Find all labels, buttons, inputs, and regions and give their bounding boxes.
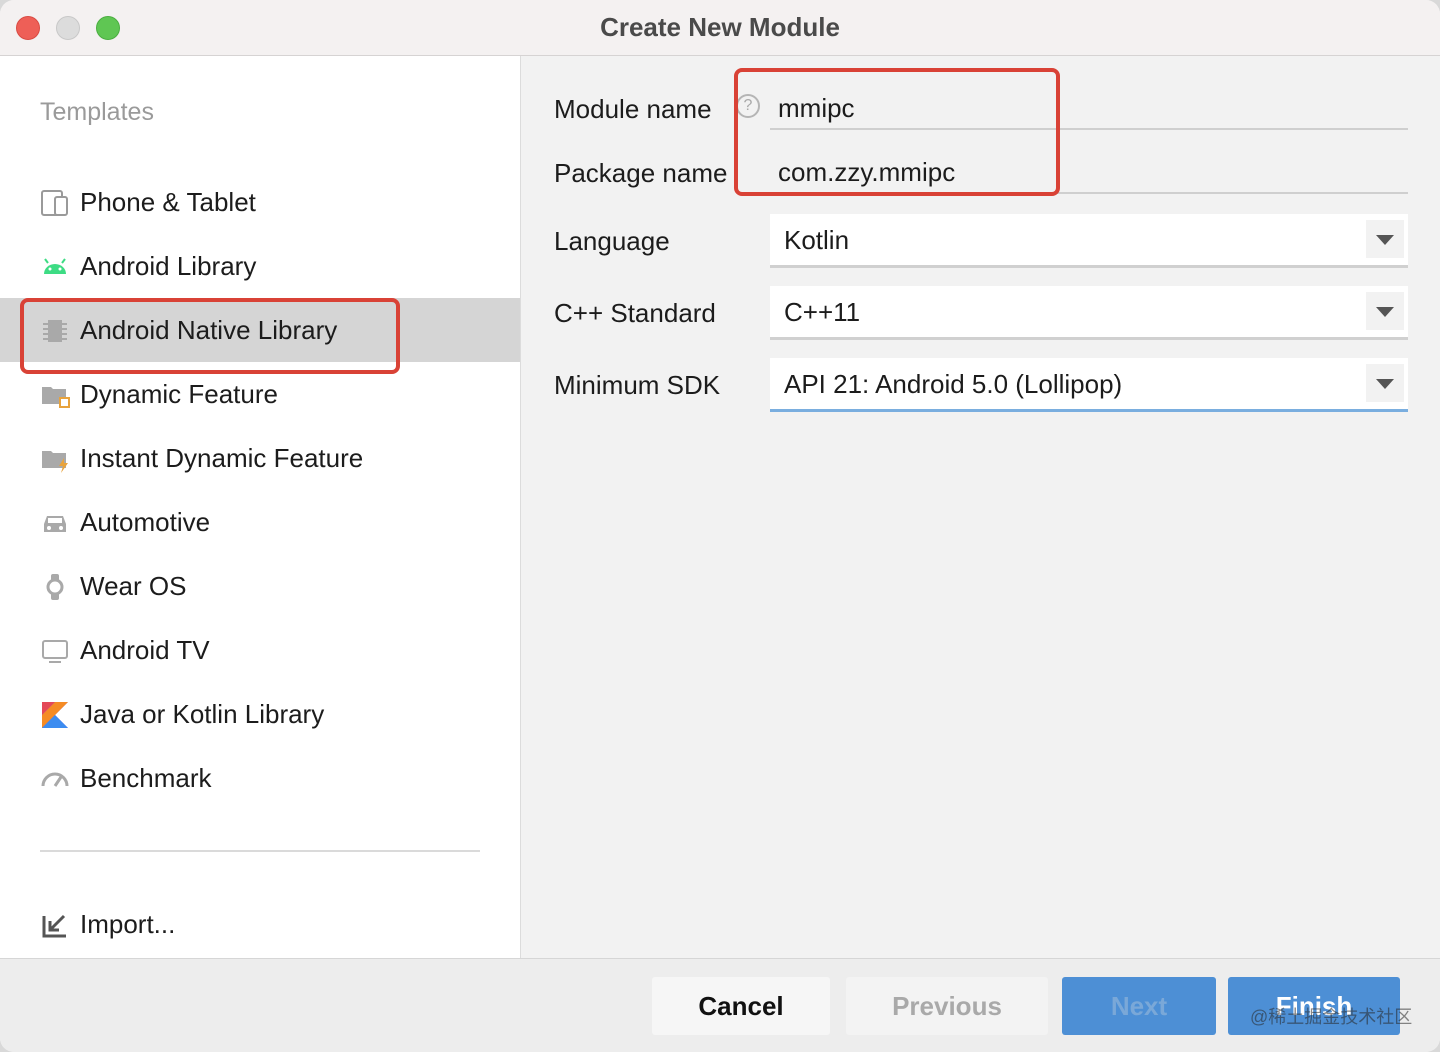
- dynamic-feature-icon: [40, 380, 70, 410]
- name-fields-highlight: [734, 68, 1060, 196]
- cancel-button[interactable]: Cancel: [652, 977, 830, 1035]
- chevron-down-icon[interactable]: [1366, 292, 1404, 330]
- gauge-icon: [40, 764, 70, 794]
- watch-icon: [40, 572, 70, 602]
- language-value: Kotlin: [784, 225, 850, 255]
- sidebar-divider: [40, 850, 480, 852]
- selected-template-highlight: [20, 298, 400, 374]
- kotlin-icon: [40, 700, 70, 730]
- template-automotive[interactable]: Automotive: [0, 490, 520, 554]
- window-title: Create New Module: [600, 12, 840, 42]
- title-bar: Create New Module: [0, 0, 1440, 56]
- template-android-library[interactable]: Android Library: [0, 234, 520, 298]
- chevron-down-icon[interactable]: [1366, 364, 1404, 402]
- language-select[interactable]: Kotlin: [770, 214, 1408, 268]
- minimum-sdk-label: Minimum SDK: [554, 370, 721, 400]
- template-label: Java or Kotlin Library: [80, 699, 325, 729]
- tv-icon: [40, 636, 70, 666]
- template-benchmark[interactable]: Benchmark: [0, 746, 520, 810]
- previous-button[interactable]: Previous: [846, 977, 1048, 1035]
- template-label: Wear OS: [80, 571, 187, 601]
- module-name-label: Module name: [554, 94, 712, 124]
- chevron-down-icon[interactable]: [1366, 220, 1404, 258]
- templates-heading: Templates: [40, 98, 154, 126]
- cpp-standard-value: C++11: [784, 297, 861, 327]
- template-label: Instant Dynamic Feature: [80, 443, 364, 473]
- template-label: Benchmark: [80, 763, 212, 793]
- template-wear-os[interactable]: Wear OS: [0, 554, 520, 618]
- template-java-kotlin-library[interactable]: Java or Kotlin Library: [0, 682, 520, 746]
- package-name-label: Package name: [554, 158, 728, 188]
- language-label: Language: [554, 226, 670, 256]
- template-label: Dynamic Feature: [80, 379, 278, 409]
- import-button[interactable]: Import...: [0, 892, 520, 956]
- minimum-sdk-select[interactable]: API 21: Android 5.0 (Lollipop): [770, 358, 1408, 412]
- template-label: Android TV: [80, 635, 210, 665]
- android-icon: [40, 252, 70, 282]
- minimum-sdk-value: API 21: Android 5.0 (Lollipop): [784, 369, 1123, 399]
- watermark: @稀土掘金技术社区: [1250, 1007, 1413, 1027]
- import-label: Import...: [80, 909, 176, 939]
- dialog-footer: Cancel Previous Next Finish @稀土掘金技术社区: [0, 958, 1440, 1052]
- templates-sidebar: Templates Phone & Tablet Android Library…: [0, 56, 521, 958]
- car-icon: [40, 508, 70, 538]
- template-label: Android Library: [80, 251, 257, 281]
- next-button[interactable]: Next: [1062, 977, 1216, 1035]
- instant-dynamic-feature-icon: [40, 444, 70, 474]
- dialog-window: Create New Module Templates Phone & Tabl…: [0, 0, 1440, 1052]
- cpp-standard-label: C++ Standard: [554, 298, 716, 328]
- cpp-standard-select[interactable]: C++11: [770, 286, 1408, 340]
- phone-tablet-icon: [40, 188, 70, 218]
- import-icon: [40, 910, 70, 940]
- template-label: Automotive: [80, 507, 211, 537]
- template-android-tv[interactable]: Android TV: [0, 618, 520, 682]
- template-phone-tablet[interactable]: Phone & Tablet: [0, 170, 520, 234]
- template-label: Phone & Tablet: [80, 187, 256, 217]
- template-instant-dynamic-feature[interactable]: Instant Dynamic Feature: [0, 426, 520, 490]
